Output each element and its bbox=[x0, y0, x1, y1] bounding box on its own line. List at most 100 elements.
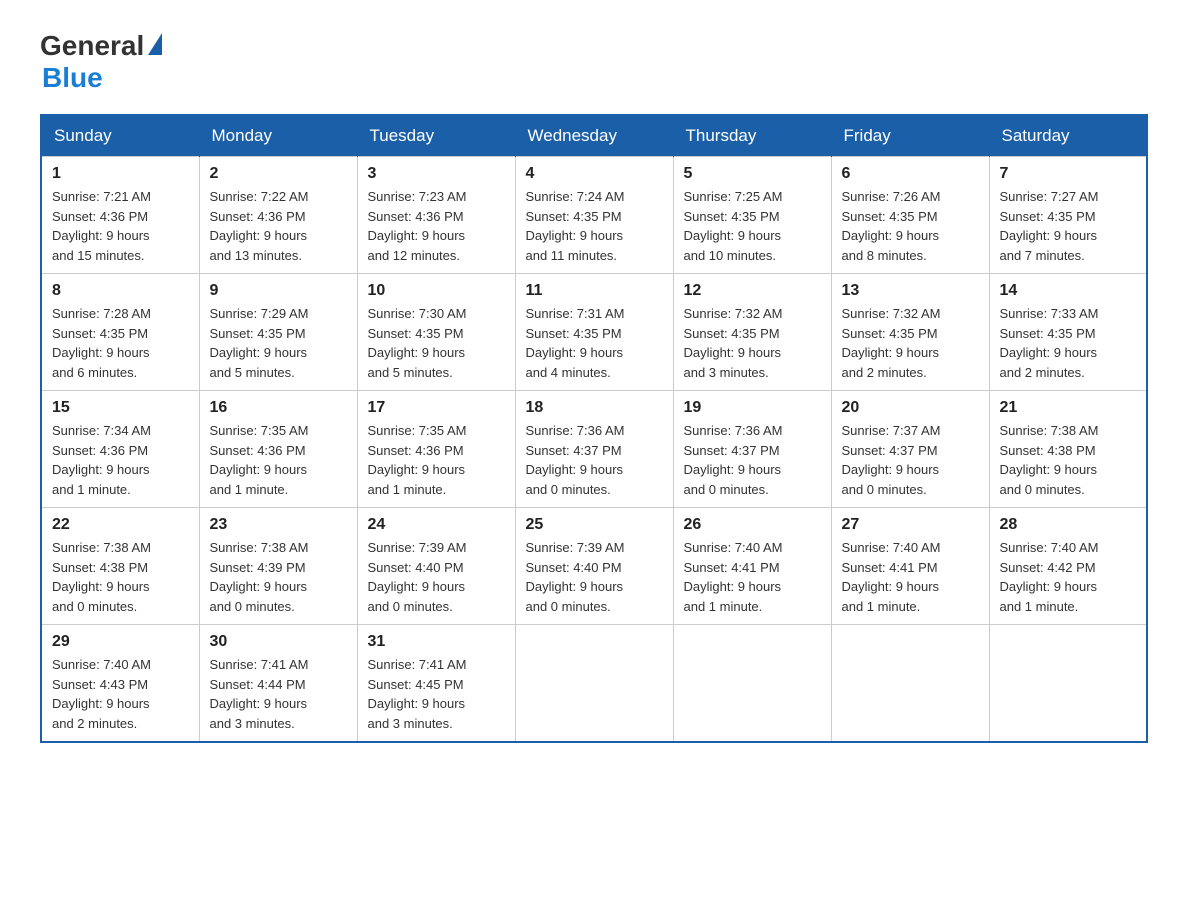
day-info: Sunrise: 7:30 AMSunset: 4:35 PMDaylight:… bbox=[368, 304, 505, 382]
calendar-cell: 9Sunrise: 7:29 AMSunset: 4:35 PMDaylight… bbox=[199, 274, 357, 391]
day-info: Sunrise: 7:35 AMSunset: 4:36 PMDaylight:… bbox=[210, 421, 347, 499]
day-number: 8 bbox=[52, 282, 189, 300]
day-number: 7 bbox=[1000, 165, 1137, 183]
day-info: Sunrise: 7:22 AMSunset: 4:36 PMDaylight:… bbox=[210, 187, 347, 265]
day-info: Sunrise: 7:36 AMSunset: 4:37 PMDaylight:… bbox=[684, 421, 821, 499]
calendar-cell: 22Sunrise: 7:38 AMSunset: 4:38 PMDayligh… bbox=[41, 508, 199, 625]
calendar-table: SundayMondayTuesdayWednesdayThursdayFrid… bbox=[40, 114, 1148, 743]
calendar-cell: 31 Sunrise: 7:41 AMSunset: 4:45 PMDayligh… bbox=[357, 625, 515, 743]
calendar-cell: 8 Sunrise: 7:28 AMSunset: 4:35 PMDaylight… bbox=[41, 274, 199, 391]
weekday-header-thursday: Thursday bbox=[673, 115, 831, 157]
calendar-cell bbox=[673, 625, 831, 743]
calendar-cell: 10 Sunrise: 7:30 AMSunset: 4:35 PMDayligh… bbox=[357, 274, 515, 391]
day-number: 27 bbox=[842, 516, 979, 534]
calendar-cell: 28Sunrise: 7:40 AMSunset: 4:42 PMDayligh… bbox=[989, 508, 1147, 625]
day-number: 22 bbox=[52, 516, 189, 534]
day-info: Sunrise: 7:41 AMSunset: 4:44 PMDaylight:… bbox=[210, 655, 347, 733]
calendar-cell: 24 Sunrise: 7:39 AMSunset: 4:40 PMDayligh… bbox=[357, 508, 515, 625]
day-info: Sunrise: 7:29 AMSunset: 4:35 PMDaylight:… bbox=[210, 304, 347, 382]
calendar-cell: 14 Sunrise: 7:33 AMSunset: 4:35 PMDayligh… bbox=[989, 274, 1147, 391]
day-info: Sunrise: 7:37 AMSunset: 4:37 PMDaylight:… bbox=[842, 421, 979, 499]
day-info: Sunrise: 7:36 AMSunset: 4:37 PMDaylight:… bbox=[526, 421, 663, 499]
day-info: Sunrise: 7:21 AMSunset: 4:36 PMDaylight:… bbox=[52, 187, 189, 265]
calendar-week-1: 1 Sunrise: 7:21 AMSunset: 4:36 PMDaylight… bbox=[41, 157, 1147, 274]
day-info: Sunrise: 7:35 AMSunset: 4:36 PMDaylight:… bbox=[368, 421, 505, 499]
day-info: Sunrise: 7:24 AMSunset: 4:35 PMDaylight:… bbox=[526, 187, 663, 265]
day-info: Sunrise: 7:31 AMSunset: 4:35 PMDaylight:… bbox=[526, 304, 663, 382]
calendar-cell: 29 Sunrise: 7:40 AMSunset: 4:43 PMDayligh… bbox=[41, 625, 199, 743]
day-info: Sunrise: 7:23 AMSunset: 4:36 PMDaylight:… bbox=[368, 187, 505, 265]
calendar-cell: 3 Sunrise: 7:23 AMSunset: 4:36 PMDaylight… bbox=[357, 157, 515, 274]
page-header: General Blue bbox=[40, 30, 1148, 94]
day-info: Sunrise: 7:38 AMSunset: 4:39 PMDaylight:… bbox=[210, 538, 347, 616]
day-number: 29 bbox=[52, 633, 189, 651]
calendar-cell: 6Sunrise: 7:26 AMSunset: 4:35 PMDaylight… bbox=[831, 157, 989, 274]
day-info: Sunrise: 7:26 AMSunset: 4:35 PMDaylight:… bbox=[842, 187, 979, 265]
day-info: Sunrise: 7:27 AMSunset: 4:35 PMDaylight:… bbox=[1000, 187, 1137, 265]
day-number: 3 bbox=[368, 165, 505, 183]
day-number: 25 bbox=[526, 516, 663, 534]
day-number: 30 bbox=[210, 633, 347, 651]
day-number: 26 bbox=[684, 516, 821, 534]
calendar-week-3: 15 Sunrise: 7:34 AMSunset: 4:36 PMDayligh… bbox=[41, 391, 1147, 508]
day-number: 23 bbox=[210, 516, 347, 534]
day-number: 24 bbox=[368, 516, 505, 534]
day-info: Sunrise: 7:39 AMSunset: 4:40 PMDaylight:… bbox=[526, 538, 663, 616]
logo-triangle-icon bbox=[148, 33, 162, 55]
calendar-cell bbox=[989, 625, 1147, 743]
day-number: 28 bbox=[1000, 516, 1137, 534]
day-info: Sunrise: 7:32 AMSunset: 4:35 PMDaylight:… bbox=[684, 304, 821, 382]
day-info: Sunrise: 7:32 AMSunset: 4:35 PMDaylight:… bbox=[842, 304, 979, 382]
logo-general-text: General bbox=[40, 30, 144, 62]
day-number: 31 bbox=[368, 633, 505, 651]
calendar-week-5: 29 Sunrise: 7:40 AMSunset: 4:43 PMDayligh… bbox=[41, 625, 1147, 743]
calendar-cell: 15 Sunrise: 7:34 AMSunset: 4:36 PMDayligh… bbox=[41, 391, 199, 508]
calendar-week-2: 8 Sunrise: 7:28 AMSunset: 4:35 PMDaylight… bbox=[41, 274, 1147, 391]
calendar-cell: 27 Sunrise: 7:40 AMSunset: 4:41 PMDayligh… bbox=[831, 508, 989, 625]
calendar-cell: 17 Sunrise: 7:35 AMSunset: 4:36 PMDayligh… bbox=[357, 391, 515, 508]
day-number: 12 bbox=[684, 282, 821, 300]
day-number: 10 bbox=[368, 282, 505, 300]
day-info: Sunrise: 7:41 AMSunset: 4:45 PMDaylight:… bbox=[368, 655, 505, 733]
day-info: Sunrise: 7:40 AMSunset: 4:41 PMDaylight:… bbox=[842, 538, 979, 616]
day-number: 1 bbox=[52, 165, 189, 183]
day-info: Sunrise: 7:40 AMSunset: 4:43 PMDaylight:… bbox=[52, 655, 189, 733]
day-number: 2 bbox=[210, 165, 347, 183]
weekday-header-friday: Friday bbox=[831, 115, 989, 157]
calendar-cell: 19Sunrise: 7:36 AMSunset: 4:37 PMDayligh… bbox=[673, 391, 831, 508]
day-number: 20 bbox=[842, 399, 979, 417]
day-info: Sunrise: 7:33 AMSunset: 4:35 PMDaylight:… bbox=[1000, 304, 1137, 382]
day-number: 4 bbox=[526, 165, 663, 183]
weekday-header-saturday: Saturday bbox=[989, 115, 1147, 157]
day-info: Sunrise: 7:38 AMSunset: 4:38 PMDaylight:… bbox=[1000, 421, 1137, 499]
day-info: Sunrise: 7:39 AMSunset: 4:40 PMDaylight:… bbox=[368, 538, 505, 616]
day-number: 15 bbox=[52, 399, 189, 417]
calendar-cell: 18 Sunrise: 7:36 AMSunset: 4:37 PMDayligh… bbox=[515, 391, 673, 508]
calendar-cell: 20 Sunrise: 7:37 AMSunset: 4:37 PMDayligh… bbox=[831, 391, 989, 508]
day-number: 5 bbox=[684, 165, 821, 183]
day-number: 18 bbox=[526, 399, 663, 417]
day-number: 11 bbox=[526, 282, 663, 300]
day-info: Sunrise: 7:34 AMSunset: 4:36 PMDaylight:… bbox=[52, 421, 189, 499]
day-number: 14 bbox=[1000, 282, 1137, 300]
calendar-cell: 12 Sunrise: 7:32 AMSunset: 4:35 PMDayligh… bbox=[673, 274, 831, 391]
calendar-cell: 21 Sunrise: 7:38 AMSunset: 4:38 PMDayligh… bbox=[989, 391, 1147, 508]
weekday-header-wednesday: Wednesday bbox=[515, 115, 673, 157]
calendar-cell: 16 Sunrise: 7:35 AMSunset: 4:36 PMDayligh… bbox=[199, 391, 357, 508]
weekday-header-row: SundayMondayTuesdayWednesdayThursdayFrid… bbox=[41, 115, 1147, 157]
calendar-cell bbox=[831, 625, 989, 743]
day-info: Sunrise: 7:28 AMSunset: 4:35 PMDaylight:… bbox=[52, 304, 189, 382]
day-number: 17 bbox=[368, 399, 505, 417]
weekday-header-monday: Monday bbox=[199, 115, 357, 157]
day-number: 21 bbox=[1000, 399, 1137, 417]
day-number: 16 bbox=[210, 399, 347, 417]
calendar-cell: 5Sunrise: 7:25 AMSunset: 4:35 PMDaylight… bbox=[673, 157, 831, 274]
calendar-cell: 1 Sunrise: 7:21 AMSunset: 4:36 PMDaylight… bbox=[41, 157, 199, 274]
weekday-header-tuesday: Tuesday bbox=[357, 115, 515, 157]
calendar-cell: 4 Sunrise: 7:24 AMSunset: 4:35 PMDaylight… bbox=[515, 157, 673, 274]
calendar-cell: 11 Sunrise: 7:31 AMSunset: 4:35 PMDayligh… bbox=[515, 274, 673, 391]
calendar-cell: 30 Sunrise: 7:41 AMSunset: 4:44 PMDayligh… bbox=[199, 625, 357, 743]
calendar-cell: 26Sunrise: 7:40 AMSunset: 4:41 PMDayligh… bbox=[673, 508, 831, 625]
logo: General Blue bbox=[40, 30, 162, 94]
calendar-week-4: 22Sunrise: 7:38 AMSunset: 4:38 PMDayligh… bbox=[41, 508, 1147, 625]
